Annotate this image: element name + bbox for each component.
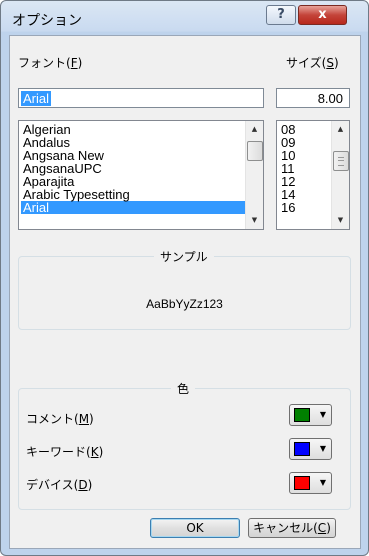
color-group-title: 色 — [171, 380, 196, 397]
dropdown-arrow-icon: ▼ — [319, 478, 326, 487]
font-list-scrollbar[interactable]: ▲ ▼ — [245, 121, 263, 229]
font-label: フォント(F) — [18, 56, 83, 70]
device-color-button[interactable]: ▼ — [289, 472, 332, 494]
scroll-grip-icon — [338, 157, 344, 166]
dropdown-arrow-icon: ▼ — [319, 410, 326, 419]
title-bar[interactable]: オプション ? x — [1, 1, 368, 35]
dropdown-arrow-icon: ▼ — [319, 444, 326, 453]
sample-preview-text: AaBbYyZz123 — [146, 297, 223, 311]
font-list-item[interactable]: Arabic Typesetting — [21, 188, 245, 201]
size-list-items: 08 09 10 11 12 14 16 — [279, 123, 331, 214]
scroll-thumb[interactable] — [247, 141, 263, 161]
options-dialog: オプション ? x フォント(F) サイズ(S) Arial 8.00 Alge… — [0, 0, 369, 556]
cancel-button[interactable]: キャンセル(C) — [248, 518, 336, 538]
font-name-input[interactable]: Arial — [18, 88, 264, 108]
dialog-client-area: フォント(F) サイズ(S) Arial 8.00 Algerian Andal… — [9, 35, 361, 549]
red-swatch-icon — [294, 476, 310, 490]
size-label: サイズ(S) — [286, 56, 339, 70]
scroll-down-arrow-icon[interactable]: ▼ — [246, 212, 263, 229]
font-list-item-selected[interactable]: Arial — [21, 201, 245, 214]
size-list-scrollbar[interactable]: ▲ ▼ — [331, 121, 349, 229]
scroll-up-arrow-icon[interactable]: ▲ — [332, 121, 349, 138]
scroll-up-arrow-icon[interactable]: ▲ — [246, 121, 263, 138]
comment-color-button[interactable]: ▼ — [289, 404, 332, 426]
scroll-down-arrow-icon[interactable]: ▼ — [332, 212, 349, 229]
sample-group-title: サンプル — [154, 248, 214, 265]
font-name-value: Arial — [21, 91, 52, 106]
keyword-color-button[interactable]: ▼ — [289, 438, 332, 460]
scroll-thumb[interactable] — [333, 151, 349, 171]
dialog-title: オプション — [12, 13, 82, 29]
keyword-color-label: キーワード(K) — [26, 445, 104, 459]
font-size-input[interactable]: 8.00 — [276, 88, 350, 108]
green-swatch-icon — [294, 408, 310, 422]
font-size-value: 8.00 — [317, 91, 343, 106]
ok-button[interactable]: OK — [150, 518, 240, 538]
sample-group: サンプル AaBbYyZz123 — [18, 248, 351, 330]
size-list-item[interactable]: 16 — [279, 201, 331, 214]
blue-swatch-icon — [294, 442, 310, 456]
font-list-items: Algerian Andalus Angsana New AngsanaUPC … — [21, 123, 245, 214]
comment-color-label: コメント(M) — [26, 412, 94, 426]
font-list[interactable]: Algerian Andalus Angsana New AngsanaUPC … — [18, 120, 264, 230]
close-button[interactable]: x — [298, 5, 347, 25]
device-color-label: デバイス(D) — [26, 478, 93, 492]
size-list[interactable]: 08 09 10 11 12 14 16 ▲ ▼ — [276, 120, 350, 230]
help-button[interactable]: ? — [266, 5, 296, 25]
